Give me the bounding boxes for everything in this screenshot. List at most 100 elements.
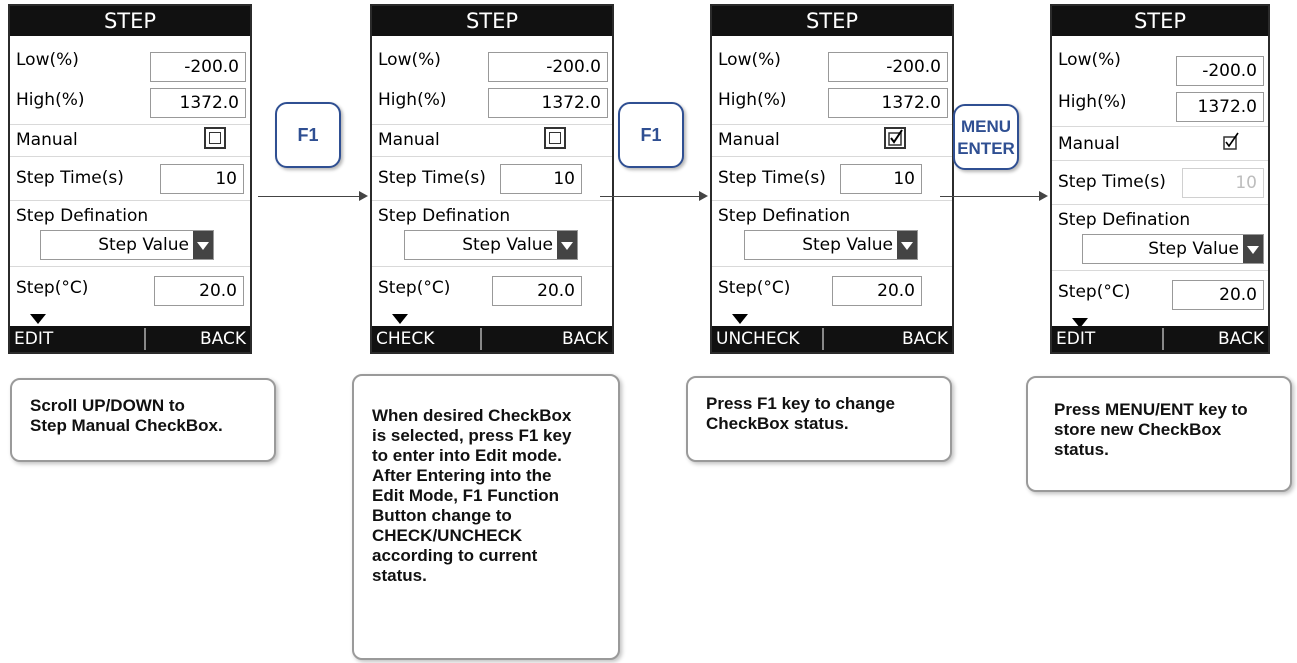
note-line: CHECK/UNCHECK <box>372 526 523 545</box>
step-screen-3: STEP Low(%) -200.0 High(%) 1372.0 Manual… <box>710 4 954 354</box>
manual-label: Manual <box>1058 134 1120 154</box>
note-line: is selected, press F1 key <box>372 426 572 445</box>
step-def-value: Step Value <box>462 235 553 255</box>
chevron-down-icon[interactable] <box>897 231 917 259</box>
f1-key: F1 <box>618 102 684 168</box>
low-label: Low(%) <box>378 50 441 70</box>
back-softkey[interactable]: BACK <box>902 329 948 349</box>
step-time-label: Step Time(s) <box>378 168 486 188</box>
high-input[interactable]: 1372.0 <box>488 88 608 118</box>
high-label: High(%) <box>16 90 85 110</box>
low-input[interactable]: -200.0 <box>488 52 608 82</box>
step-input[interactable]: 20.0 <box>1172 280 1264 310</box>
note-line: Step Manual CheckBox. <box>30 416 223 435</box>
note-line: according to current <box>372 546 538 565</box>
divider <box>10 200 250 201</box>
menu-key-label: MENU <box>960 117 1012 136</box>
step-def-dropdown[interactable]: Step Value <box>40 230 214 260</box>
divider <box>372 266 612 267</box>
screen-title: STEP <box>372 6 612 36</box>
divider <box>712 156 952 157</box>
note-scroll: Scroll UP/DOWN to Step Manual CheckBox. <box>10 378 276 462</box>
flow-arrow-3 <box>940 191 1048 201</box>
note-line: After Entering into the <box>372 466 552 485</box>
flow-arrow-2 <box>600 191 708 201</box>
checkmark-icon <box>1223 132 1239 150</box>
step-def-value: Step Value <box>1148 239 1239 259</box>
high-label: High(%) <box>1058 92 1127 112</box>
step-label: Step(°C) <box>378 278 451 298</box>
divider <box>10 266 250 267</box>
note-line: CheckBox status. <box>706 414 849 433</box>
manual-checkbox[interactable] <box>1222 132 1244 154</box>
softkey-bar: EDIT BACK <box>1052 326 1268 352</box>
step-screen-2: STEP Low(%) -200.0 High(%) 1372.0 Manual… <box>370 4 614 354</box>
chevron-down-icon[interactable] <box>557 231 577 259</box>
chevron-down-icon[interactable] <box>1243 235 1263 263</box>
note-line: store new CheckBox <box>1054 420 1222 439</box>
divider <box>712 124 952 125</box>
divider <box>712 200 952 201</box>
step-def-value: Step Value <box>98 235 189 255</box>
f1-softkey[interactable]: UNCHECK <box>716 329 800 349</box>
screen-title: STEP <box>1052 6 1268 36</box>
step-input[interactable]: 20.0 <box>832 276 922 306</box>
step-time-input[interactable]: 10 <box>840 164 922 194</box>
high-input[interactable]: 1372.0 <box>150 88 246 118</box>
note-line: Edit Mode, F1 Function <box>372 486 559 505</box>
note-store-status: Press MENU/ENT key to store new CheckBox… <box>1026 376 1292 492</box>
chevron-down-icon[interactable] <box>193 231 213 259</box>
low-input[interactable]: -200.0 <box>150 52 246 82</box>
step-label: Step(°C) <box>718 278 791 298</box>
divider <box>1052 160 1268 161</box>
scroll-down-icon <box>30 314 46 324</box>
low-input[interactable]: -200.0 <box>1176 56 1264 86</box>
f1-softkey[interactable]: EDIT <box>14 329 53 349</box>
step-time-label: Step Time(s) <box>1058 172 1166 192</box>
f1-softkey[interactable]: CHECK <box>376 329 434 349</box>
step-time-label: Step Time(s) <box>16 168 124 188</box>
step-screen-4: STEP Low(%) -200.0 High(%) 1372.0 Manual… <box>1050 4 1270 354</box>
manual-checkbox[interactable] <box>544 127 566 149</box>
f1-key-label: F1 <box>297 125 319 145</box>
high-label: High(%) <box>718 90 787 110</box>
step-def-dropdown[interactable]: Step Value <box>1082 234 1264 264</box>
scroll-down-icon <box>392 314 408 324</box>
manual-checkbox[interactable] <box>204 127 226 149</box>
high-label: High(%) <box>378 90 447 110</box>
step-def-label: Step Defination <box>378 206 511 226</box>
divider <box>1052 204 1268 205</box>
low-input[interactable]: -200.0 <box>828 52 948 82</box>
step-time-input[interactable]: 10 <box>500 164 582 194</box>
step-def-dropdown[interactable]: Step Value <box>744 230 918 260</box>
back-softkey[interactable]: BACK <box>1218 329 1264 349</box>
high-input[interactable]: 1372.0 <box>828 88 948 118</box>
step-input[interactable]: 20.0 <box>492 276 582 306</box>
high-input[interactable]: 1372.0 <box>1176 92 1264 122</box>
note-change-status: Press F1 key to change CheckBox status. <box>686 376 952 462</box>
manual-label: Manual <box>16 130 78 150</box>
divider <box>1052 270 1268 271</box>
step-def-dropdown[interactable]: Step Value <box>404 230 578 260</box>
softkey-bar: CHECK BACK <box>372 326 612 352</box>
back-softkey[interactable]: BACK <box>200 329 246 349</box>
scroll-down-icon <box>732 314 748 324</box>
manual-label: Manual <box>718 130 780 150</box>
note-line: Press MENU/ENT key to <box>1054 400 1248 419</box>
step-def-label: Step Defination <box>718 206 851 226</box>
step-time-input[interactable]: 10 <box>160 164 244 194</box>
step-input[interactable]: 20.0 <box>154 276 244 306</box>
divider <box>372 124 612 125</box>
checkmark-icon <box>888 129 903 146</box>
step-time-input: 10 <box>1182 168 1264 198</box>
manual-checkbox[interactable] <box>884 127 906 149</box>
f1-softkey[interactable]: EDIT <box>1056 329 1095 349</box>
flow-arrow-1 <box>258 191 368 201</box>
step-def-label: Step Defination <box>1058 210 1191 230</box>
step-screen-1: STEP Low(%) -200.0 High(%) 1372.0 Manual… <box>8 4 252 354</box>
back-softkey[interactable]: BACK <box>562 329 608 349</box>
note-line: Scroll UP/DOWN to <box>30 396 185 415</box>
screen-title: STEP <box>712 6 952 36</box>
divider <box>712 266 952 267</box>
note-edit-mode: When desired CheckBox is selected, press… <box>352 374 620 660</box>
